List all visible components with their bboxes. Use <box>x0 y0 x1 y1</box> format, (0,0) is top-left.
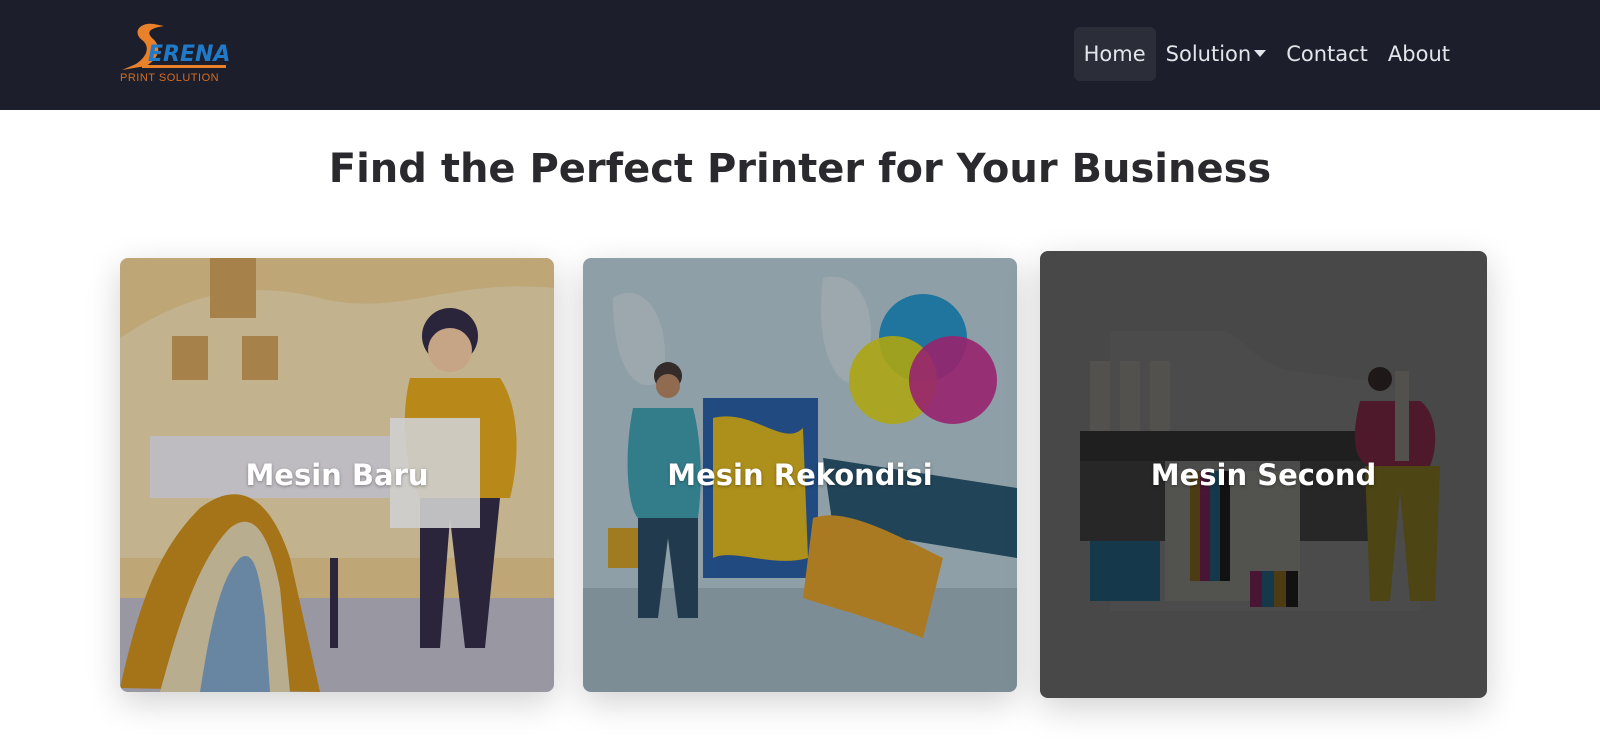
nav-contact[interactable]: Contact <box>1276 27 1378 81</box>
navbar: ERENA PRINT SOLUTION Home Solution Conta… <box>0 0 1600 110</box>
card-title: Mesin Rekondisi <box>667 458 933 492</box>
card-mesin-second[interactable]: Mesin Second <box>1040 251 1487 698</box>
nav-about-label: About <box>1387 42 1450 66</box>
card-mesin-rekondisi[interactable]: Mesin Rekondisi <box>583 258 1017 692</box>
card-title: Mesin Baru <box>245 458 429 492</box>
page-heading: Find the Perfect Printer for Your Busine… <box>328 146 1272 192</box>
nav-about[interactable]: About <box>1378 27 1460 81</box>
card-title: Mesin Second <box>1150 457 1377 492</box>
nav-menu: Home Solution Contact About <box>1073 27 1460 81</box>
nav-solution-dropdown[interactable]: Solution <box>1156 27 1277 81</box>
caret-down-icon <box>1254 49 1267 57</box>
nav-contact-label: Contact <box>1286 42 1368 66</box>
nav-home-label: Home <box>1083 42 1146 66</box>
logo[interactable]: ERENA PRINT SOLUTION <box>118 20 230 86</box>
nav-solution-label: Solution <box>1165 42 1252 66</box>
logo-subtext: PRINT SOLUTION <box>120 72 220 84</box>
card-mesin-baru[interactable]: Mesin Baru <box>120 258 554 692</box>
nav-home[interactable]: Home <box>1073 27 1156 81</box>
logo-text: ERENA <box>148 42 231 67</box>
